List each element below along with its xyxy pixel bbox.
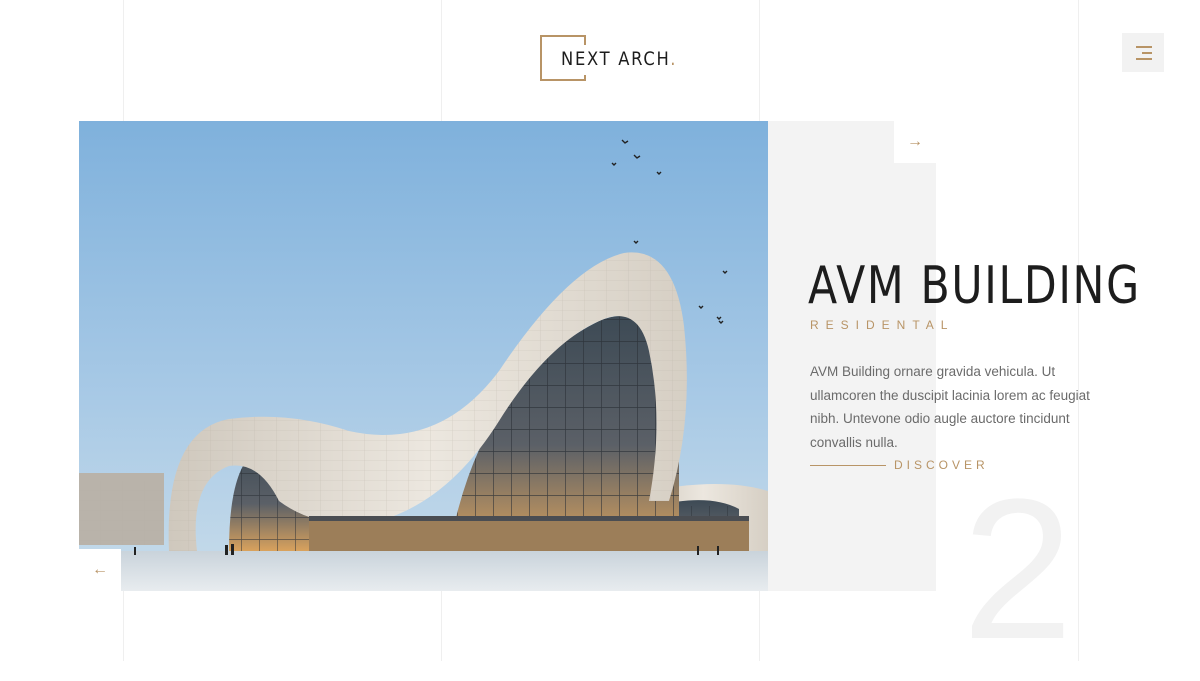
slide-category: RESIDENTAL [810,318,955,332]
slide-number: 2 [962,458,1074,681]
logo-dot: . [670,48,678,70]
logo-text: NEXT ARCH [561,48,671,70]
discover-link[interactable]: DISCOVER [810,458,989,472]
building-photo [79,121,768,591]
menu-button[interactable] [1122,33,1164,72]
discover-label: DISCOVER [894,458,989,472]
discover-line [810,464,886,466]
site-logo[interactable]: NEXT ARCH. [540,35,680,85]
menu-icon-bar [1136,58,1152,60]
menu-icon-bar [1142,52,1152,54]
content-panel [766,121,936,591]
arrow-left-icon[interactable]: ← [92,562,108,578]
arrow-right-icon[interactable]: → [907,134,923,150]
slide-title: AVM BUILDING [808,256,1141,316]
grid-line [1078,0,1079,661]
slide-description: AVM Building ornare gravida vehicula. Ut… [810,364,1090,450]
menu-icon [1136,46,1152,48]
